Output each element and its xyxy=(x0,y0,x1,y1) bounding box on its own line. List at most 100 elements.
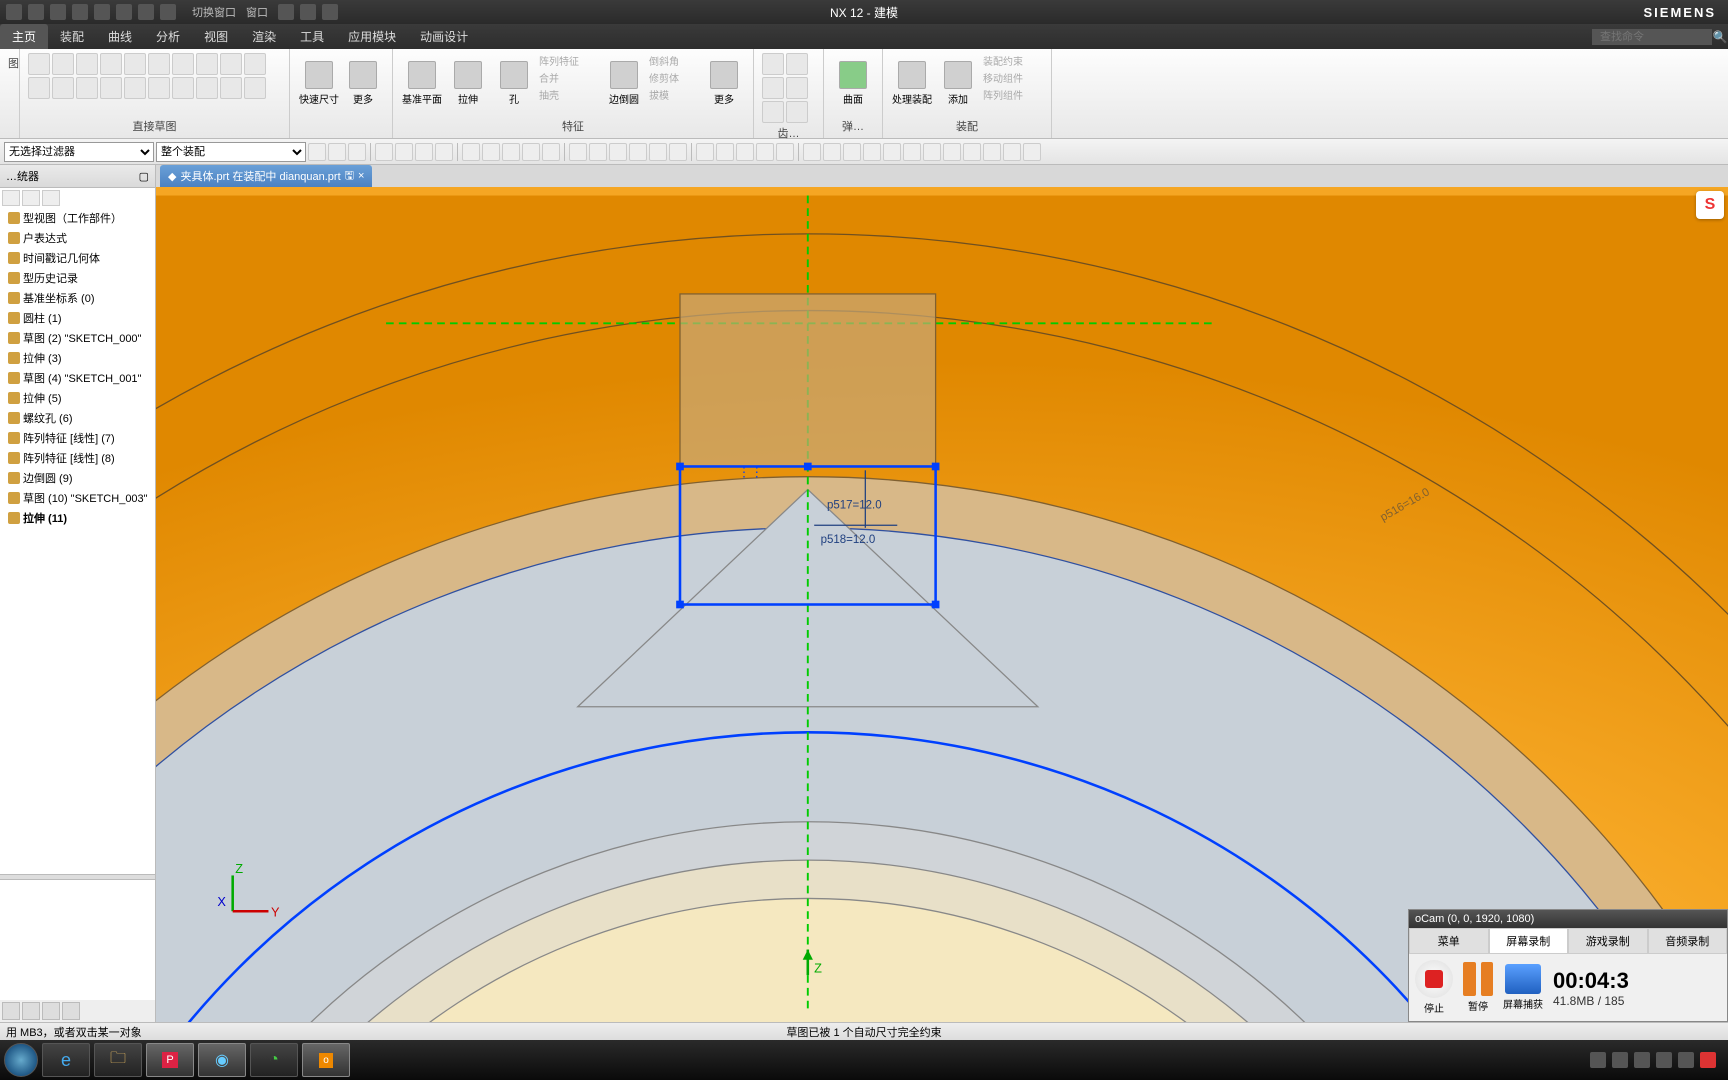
document-tab[interactable]: ◆ 夹具体.prt 在装配中 dianquan.prt 🖫 × xyxy=(160,165,372,188)
more-feature-button[interactable]: 更多 xyxy=(703,53,745,113)
toolbar-button[interactable] xyxy=(502,143,520,161)
toolbar-button[interactable] xyxy=(756,143,774,161)
taskbar-explorer[interactable]: 🗀 xyxy=(94,1043,142,1077)
toolbar-button[interactable] xyxy=(482,143,500,161)
switch-window-label[interactable]: 切换窗口 xyxy=(192,4,236,20)
feature-tree[interactable]: 型视图（工作部件） 户表达式 时间戳记几何体 型历史记录 基准坐标系 (0) 圆… xyxy=(0,208,155,874)
sync-tool[interactable] xyxy=(786,77,808,99)
ocam-tab-game[interactable]: 游戏录制 xyxy=(1568,928,1648,954)
toolbar-button[interactable] xyxy=(589,143,607,161)
toolbar-button[interactable] xyxy=(716,143,734,161)
toolbar-button[interactable] xyxy=(1023,143,1041,161)
toolbar-button[interactable] xyxy=(903,143,921,161)
sketch-tool[interactable] xyxy=(220,53,242,75)
menu-tools[interactable]: 工具 xyxy=(288,24,336,49)
process-assembly-button[interactable]: 处理装配 xyxy=(891,53,933,113)
tray-icon[interactable] xyxy=(1634,1052,1650,1068)
nav-control[interactable] xyxy=(22,190,40,206)
sketch-tool[interactable] xyxy=(148,53,170,75)
toolbar-button[interactable] xyxy=(803,143,821,161)
pattern-component-button[interactable]: 阵列组件 xyxy=(983,87,1043,102)
qat-button[interactable] xyxy=(72,4,88,20)
menu-analyze[interactable]: 分析 xyxy=(144,24,192,49)
close-tab-icon[interactable]: × xyxy=(358,170,364,182)
window-label[interactable]: 窗口 xyxy=(246,4,268,20)
surface-button[interactable]: 曲面 xyxy=(832,53,874,113)
sogou-badge-icon[interactable]: S xyxy=(1696,191,1724,219)
toolbar-button[interactable] xyxy=(569,143,587,161)
toolbar-button[interactable] xyxy=(669,143,687,161)
tray-icon[interactable] xyxy=(1590,1052,1606,1068)
menu-view[interactable]: 视图 xyxy=(192,24,240,49)
selection-filter-dropdown[interactable]: 无选择过滤器 xyxy=(4,142,154,162)
sketch-tool[interactable] xyxy=(124,53,146,75)
sketch-tool[interactable] xyxy=(244,53,266,75)
nav-footer-button[interactable] xyxy=(2,1002,20,1020)
asm-constraint-button[interactable]: 装配约束 xyxy=(983,53,1043,68)
tray-icon[interactable] xyxy=(1700,1052,1716,1068)
sketch-tool[interactable] xyxy=(244,77,266,99)
tray-network-icon[interactable] xyxy=(1678,1052,1694,1068)
sync-tool[interactable] xyxy=(786,53,808,75)
nav-footer-button[interactable] xyxy=(22,1002,40,1020)
qat-button[interactable] xyxy=(300,4,316,20)
sketch-tool[interactable] xyxy=(76,77,98,99)
ocam-pause-button[interactable]: 暂停 xyxy=(1463,962,1493,1013)
toolbar-button[interactable] xyxy=(843,143,861,161)
toolbar-button[interactable] xyxy=(696,143,714,161)
taskbar-ie[interactable]: e xyxy=(42,1043,90,1077)
sketch-tool[interactable] xyxy=(124,77,146,99)
menu-curve[interactable]: 曲线 xyxy=(96,24,144,49)
ocam-window[interactable]: oCam (0, 0, 1920, 1080) 菜单 屏幕录制 游戏录制 音频录… xyxy=(1408,909,1728,1022)
qat-button[interactable] xyxy=(322,4,338,20)
menu-app-module[interactable]: 应用模块 xyxy=(336,24,408,49)
sketch-tool[interactable] xyxy=(196,53,218,75)
toolbar-button[interactable] xyxy=(375,143,393,161)
sketch-tool[interactable] xyxy=(100,53,122,75)
draft-button[interactable]: 拔模 xyxy=(649,87,699,102)
sketch-tool[interactable] xyxy=(28,77,50,99)
sync-tool[interactable] xyxy=(762,77,784,99)
sketch-tool[interactable] xyxy=(52,77,74,99)
nav-control[interactable] xyxy=(42,190,60,206)
nav-control[interactable] xyxy=(2,190,20,206)
toolbar-button[interactable] xyxy=(1003,143,1021,161)
toolbar-button[interactable] xyxy=(736,143,754,161)
taskbar-powerpoint[interactable]: P xyxy=(146,1043,194,1077)
merge-button[interactable]: 合并 xyxy=(539,70,599,85)
toolbar-button[interactable] xyxy=(542,143,560,161)
extrude-button[interactable]: 拉伸 xyxy=(447,53,489,113)
more-button[interactable]: 更多 xyxy=(342,53,384,113)
qat-button[interactable] xyxy=(50,4,66,20)
shell-button[interactable]: 抽壳 xyxy=(539,87,599,102)
sketch-tool[interactable] xyxy=(196,77,218,99)
sketch-tool[interactable] xyxy=(220,77,242,99)
pattern-feature-button[interactable]: 阵列特征 xyxy=(539,53,599,68)
toolbar-button[interactable] xyxy=(823,143,841,161)
qat-button[interactable] xyxy=(278,4,294,20)
toolbar-button[interactable] xyxy=(943,143,961,161)
qat-button[interactable] xyxy=(6,4,22,20)
qat-button[interactable] xyxy=(94,4,110,20)
menu-assembly[interactable]: 装配 xyxy=(48,24,96,49)
trim-button[interactable]: 修剪体 xyxy=(649,70,699,85)
toolbar-button[interactable] xyxy=(348,143,366,161)
command-search-input[interactable] xyxy=(1592,29,1712,45)
slant-button[interactable]: 倒斜角 xyxy=(649,53,699,68)
sketch-tool[interactable] xyxy=(52,53,74,75)
taskbar-ocam[interactable]: o xyxy=(302,1043,350,1077)
nav-footer-button[interactable] xyxy=(62,1002,80,1020)
toolbar-button[interactable] xyxy=(776,143,794,161)
taskbar-nx[interactable]: ◉ xyxy=(198,1043,246,1077)
qat-button[interactable] xyxy=(28,4,44,20)
toolbar-button[interactable] xyxy=(983,143,1001,161)
add-component-button[interactable]: 添加 xyxy=(937,53,979,113)
toolbar-button[interactable] xyxy=(629,143,647,161)
nav-footer-button[interactable] xyxy=(42,1002,60,1020)
chamfer-button[interactable]: 边倒圆 xyxy=(603,53,645,113)
qat-button[interactable] xyxy=(160,4,176,20)
tray-icon[interactable] xyxy=(1612,1052,1628,1068)
sync-tool[interactable] xyxy=(762,53,784,75)
toolbar-button[interactable] xyxy=(462,143,480,161)
menu-animation[interactable]: 动画设计 xyxy=(408,24,480,49)
